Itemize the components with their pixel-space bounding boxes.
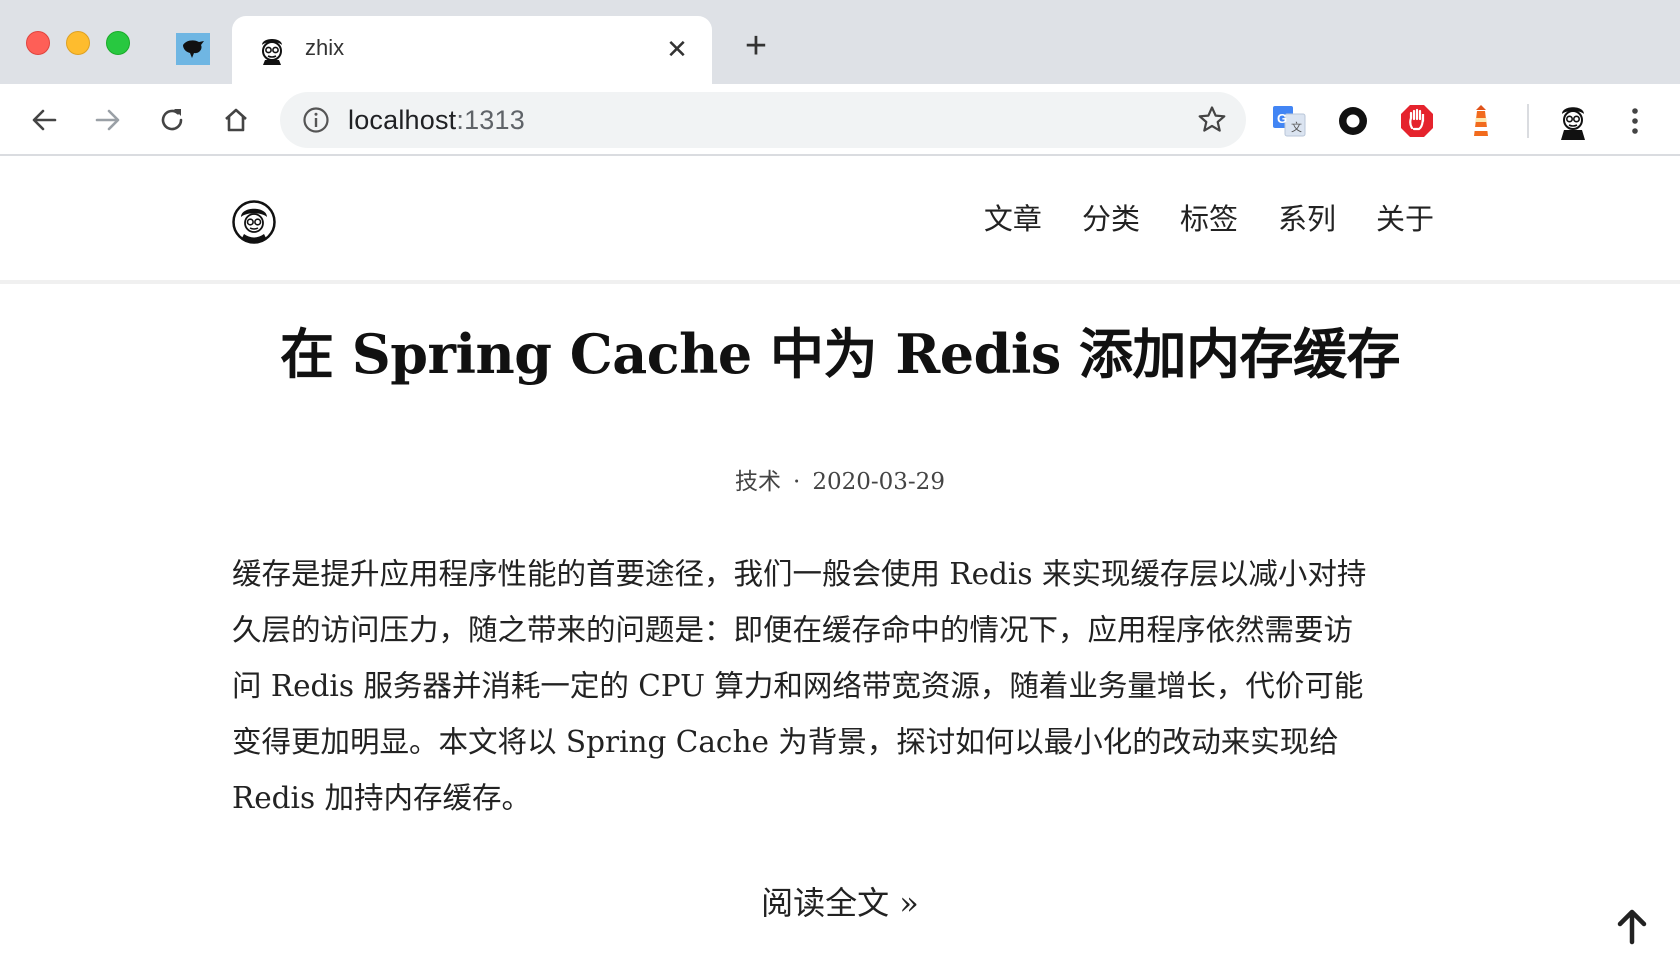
arrow-right-icon [95,109,120,131]
svg-text:G: G [1277,111,1287,126]
url-port: :1313 [456,105,525,135]
arrow-up-icon[interactable] [1612,906,1652,946]
meta-separator: · [793,469,801,495]
read-more-link[interactable]: 阅读全文 » [761,884,919,922]
post-category[interactable]: 技术 [735,469,781,495]
excerpt-line: 变得更加明显。本文将以 Spring Cache 为背景，探讨如何以最小化的改动… [232,725,1339,759]
tab-zhix[interactable]: zhix ✕ [232,16,712,84]
browser-toolbar: localhost:1313 G 文 [0,84,1680,156]
post-excerpt: 缓存是提升应用程序性能的首要途径，我们一般会使用 Redis 来实现缓存层以减小… [232,546,1452,826]
close-tab-icon[interactable]: ✕ [660,32,694,66]
post-date: 2020-03-29 [812,469,945,495]
browser-menu-button[interactable] [1616,102,1654,140]
circle-extension[interactable] [1334,102,1372,140]
reload-icon [161,109,183,131]
info-icon[interactable] [302,106,330,134]
profile-avatar-icon [1561,107,1585,140]
svg-text:文: 文 [1291,120,1302,134]
toolbar-divider [1527,104,1529,138]
post-title[interactable]: 在 Spring Cache 中为 Redis 添加内存缓存 [0,310,1680,389]
nav-link-articles[interactable]: 文章 [984,196,1042,238]
star-icon[interactable] [1196,104,1228,136]
forward-button[interactable] [86,98,130,142]
excerpt-line: 缓存是提升应用程序性能的首要途径，我们一般会使用 Redis 来实现缓存层以减小… [232,557,1367,591]
url-text[interactable]: localhost:1313 [348,105,525,136]
site-nav: 文章 分类 标签 系列 关于 [984,196,1434,238]
post-meta: 技术 · 2020-03-29 [0,462,1680,496]
lighthouse-icon [1474,105,1488,136]
nav-link-series[interactable]: 系列 [1278,196,1336,238]
site-header: 文章 分类 标签 系列 关于 [0,158,1680,284]
nav-link-tags[interactable]: 标签 [1180,196,1238,238]
circle-extension-icon [1339,107,1367,135]
google-translate-icon: G 文 [1273,106,1306,137]
new-tab-button[interactable]: + [738,25,774,67]
lighthouse-extension[interactable] [1462,102,1500,140]
bird-favicon-icon [183,40,204,58]
web-page: 文章 分类 标签 系列 关于 在 Spring Cache 中为 Redis 添… [0,158,1680,978]
zoom-window-button[interactable] [106,31,130,55]
excerpt-line: 久层的访问压力，随之带来的问题是：即便在缓存命中的情况下，应用程序依然需要访 [232,613,1354,647]
read-more: 阅读全文 » [0,878,1680,924]
minimize-window-button[interactable] [66,31,90,55]
excerpt-line: Redis 加持内存缓存。 [232,781,532,815]
google-translate-extension[interactable]: G 文 [1270,102,1308,140]
tab-title: zhix [305,35,345,60]
profile-button[interactable] [1554,102,1592,140]
back-button[interactable] [22,98,66,142]
avatar-favicon-icon [262,39,282,65]
address-bar[interactable]: localhost:1313 [280,92,1246,148]
home-button[interactable] [214,98,258,142]
adblock-hand-icon [1401,105,1433,137]
url-host: localhost [348,105,457,135]
nav-link-about[interactable]: 关于 [1376,196,1434,238]
arrow-left-icon [32,109,57,131]
reload-button[interactable] [150,98,194,142]
nav-link-categories[interactable]: 分类 [1082,196,1140,238]
close-window-button[interactable] [26,31,50,55]
vertical-dots-menu-icon [1632,108,1638,134]
home-icon [225,108,247,132]
pinned-tab[interactable] [176,33,210,65]
site-logo-avatar-icon[interactable] [232,200,276,244]
adblock-extension[interactable] [1398,102,1436,140]
excerpt-line: 问 Redis 服务器并消耗一定的 CPU 算力和网络带宽资源，随着业务量增长，… [232,669,1364,703]
browser-tab-bar: zhix ✕ + [0,0,1680,84]
